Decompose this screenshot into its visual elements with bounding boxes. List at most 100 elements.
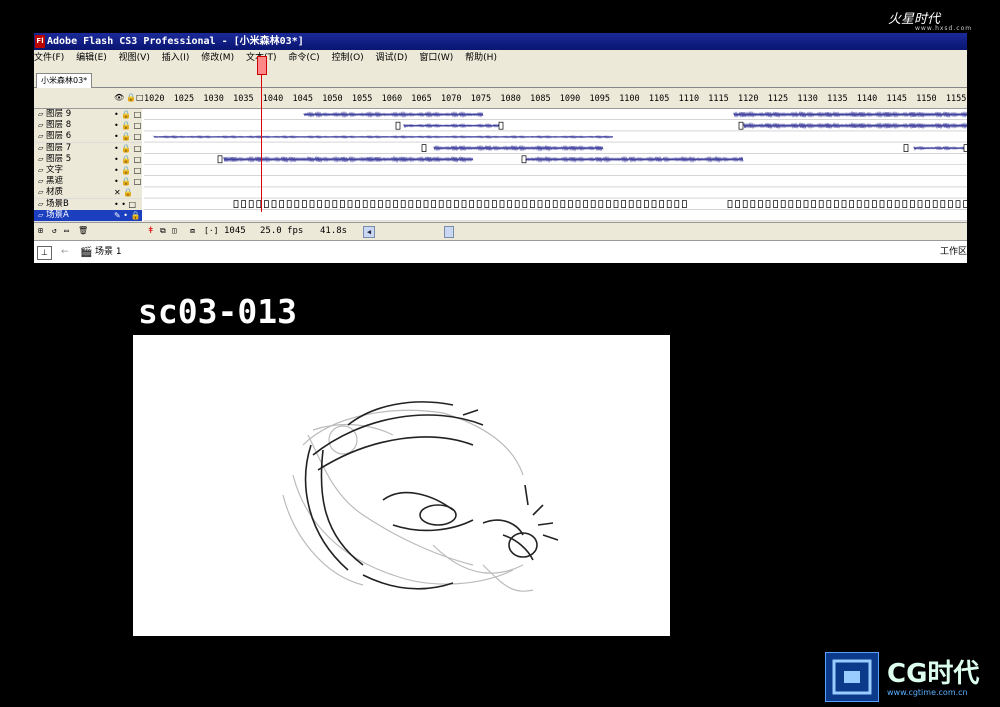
keyframe[interactable] (864, 200, 870, 208)
keyframe[interactable] (925, 200, 930, 208)
keyframe[interactable] (438, 200, 444, 208)
menu-debug[interactable]: 调试(D) (376, 53, 408, 63)
keyframe[interactable] (955, 200, 961, 208)
keyframe[interactable] (454, 200, 459, 208)
keyframe[interactable] (499, 200, 505, 208)
keyframe[interactable] (796, 200, 801, 208)
keyframe[interactable] (666, 200, 672, 208)
layer-row[interactable]: ▱ 图层 9 • 🔒 □ (34, 109, 142, 121)
keyframe[interactable] (537, 200, 543, 208)
keyframe[interactable] (340, 200, 345, 208)
layer-state-icons[interactable]: • 🔒 □ (114, 109, 141, 120)
layer-row[interactable]: ▱ 图层 5 • 🔒 □ (34, 153, 142, 166)
folder-icon[interactable]: ▭ (64, 223, 69, 239)
keyframe[interactable] (507, 200, 512, 208)
keyframe[interactable] (241, 200, 246, 208)
keyframe[interactable] (446, 200, 452, 208)
keyframe[interactable] (613, 200, 619, 208)
frame-grid[interactable] (144, 109, 967, 221)
menu-view[interactable]: 视图(V) (119, 53, 150, 63)
keyframe[interactable] (498, 121, 504, 130)
eye-icon[interactable]: 👁 (114, 94, 124, 102)
layer-state-icons[interactable]: • • □ (114, 199, 136, 210)
keyframe[interactable] (628, 200, 634, 208)
keyframe[interactable] (302, 200, 307, 208)
layer-state-icons[interactable]: • 🔒 □ (114, 165, 141, 176)
keyframe[interactable] (742, 200, 748, 208)
keyframe[interactable] (264, 200, 269, 208)
keyframe[interactable] (738, 121, 744, 130)
keyframe[interactable] (932, 200, 938, 208)
menu-window[interactable]: 窗口(W) (419, 53, 453, 63)
trash-icon[interactable]: 🗑 (78, 223, 88, 239)
keyframe[interactable] (948, 200, 953, 208)
keyframe[interactable] (309, 200, 315, 208)
keyframe[interactable] (758, 200, 763, 208)
keyframe[interactable] (271, 200, 277, 208)
layer-state-icons[interactable]: • 🔒 □ (114, 143, 141, 154)
menu-file[interactable]: 文件(F) (34, 53, 64, 63)
workspace-button[interactable]: 工作区 (940, 241, 967, 263)
keyframe[interactable] (431, 200, 436, 208)
keyframe[interactable] (492, 200, 497, 208)
keyframe[interactable] (887, 200, 892, 208)
keyframe[interactable] (560, 200, 566, 208)
keyframe[interactable] (545, 200, 550, 208)
keyframe[interactable] (279, 200, 284, 208)
onion-markers-icon[interactable]: [·] (204, 223, 218, 239)
keyframe[interactable] (803, 200, 809, 208)
edit-bar-icon[interactable]: ⊥ (37, 246, 52, 260)
scene-name[interactable]: 场景 1 (95, 241, 122, 263)
layer-row[interactable]: ▱ 图层 8 • 🔒 □ (34, 120, 142, 133)
timeline-scrollbar-thumb[interactable] (444, 226, 454, 238)
onion-outline-icon[interactable]: ◫ (172, 223, 177, 239)
keyframe[interactable] (963, 200, 967, 208)
menu-modify[interactable]: 修改(M) (201, 53, 234, 63)
keyframe[interactable] (461, 200, 467, 208)
keyframe[interactable] (395, 121, 401, 130)
keyframe[interactable] (421, 144, 427, 152)
keyframe[interactable] (408, 200, 414, 208)
keyframe[interactable] (476, 200, 482, 208)
keyframe[interactable] (651, 200, 657, 208)
keyframe[interactable] (522, 200, 528, 208)
keyframe[interactable] (636, 200, 642, 208)
keyframe[interactable] (521, 155, 527, 164)
back-arrow-icon[interactable]: ← (61, 241, 69, 263)
frame-ruler[interactable]: 1020 1025 1030 1035 1040 1045 1050 1055 1060 1065… (142, 88, 967, 108)
keyframe[interactable] (674, 200, 680, 208)
keyframe[interactable] (940, 200, 946, 208)
keyframe[interactable] (773, 200, 778, 208)
keyframe[interactable] (621, 200, 626, 208)
keyframe[interactable] (788, 200, 794, 208)
keyframe[interactable] (583, 200, 588, 208)
frame-rate[interactable]: 25.0 fps (260, 223, 303, 239)
center-frame-icon[interactable]: ǂ (148, 223, 153, 239)
layer-row[interactable]: ▱ 场景B • • □ (34, 198, 142, 211)
keyframe[interactable] (735, 200, 740, 208)
keyframe[interactable] (727, 200, 733, 208)
keyframe[interactable] (841, 200, 847, 208)
keyframe[interactable] (750, 200, 756, 208)
keyframe[interactable] (233, 200, 239, 208)
keyframe[interactable] (780, 200, 786, 208)
playhead-handle[interactable] (257, 56, 267, 75)
keyframe[interactable] (834, 200, 839, 208)
keyframe[interactable] (294, 200, 300, 208)
keyframe[interactable] (910, 200, 915, 208)
document-tab[interactable]: 小米森林03* (36, 73, 93, 88)
keyframe[interactable] (469, 200, 474, 208)
keyframe[interactable] (575, 200, 581, 208)
keyframe[interactable] (765, 200, 771, 208)
menu-insert[interactable]: 插入(I) (162, 53, 190, 63)
lock-icon[interactable]: 🔒 (126, 94, 136, 102)
keyframe[interactable] (894, 200, 900, 208)
keyframe[interactable] (963, 144, 967, 152)
menu-help[interactable]: 帮助(H) (465, 53, 497, 63)
keyframe[interactable] (590, 200, 596, 208)
menu-edit[interactable]: 编辑(E) (76, 53, 107, 63)
keyframe[interactable] (423, 200, 429, 208)
layer-row[interactable]: ▱材质✕ 🔒 □ (34, 187, 142, 208)
keyframe[interactable] (514, 200, 520, 208)
keyframe[interactable] (659, 200, 664, 208)
